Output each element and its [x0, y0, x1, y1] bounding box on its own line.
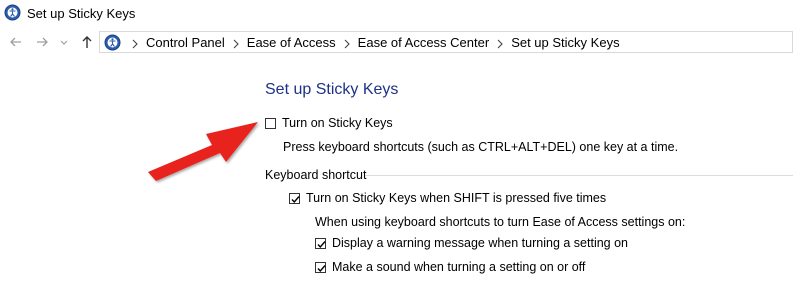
back-arrow-icon[interactable] [8, 34, 24, 50]
breadcrumb-ease-of-access-center[interactable]: Ease of Access Center [358, 35, 490, 50]
shift-five-times-label: Turn on Sticky Keys when SHIFT is presse… [306, 191, 607, 205]
shift-five-times-checkbox[interactable]: Turn on Sticky Keys when SHIFT is presse… [289, 191, 606, 205]
red-arrow-icon [140, 110, 265, 185]
shortcut-subtext: When using keyboard shortcuts to turn Ea… [315, 215, 686, 229]
title-bar: Set up Sticky Keys [0, 0, 800, 30]
checkbox-box[interactable] [265, 117, 276, 129]
address-bar[interactable]: Control Panel Ease of Access Ease of Acc… [99, 31, 793, 53]
turn-on-description: Press keyboard shortcuts (such as CTRL+A… [283, 140, 679, 154]
breadcrumb: Control Panel Ease of Access Ease of Acc… [124, 35, 620, 50]
divider [365, 175, 793, 176]
up-arrow-icon[interactable] [79, 34, 95, 50]
forward-arrow-icon[interactable] [34, 34, 50, 50]
warning-message-label: Display a warning message when turning a… [332, 236, 629, 250]
turn-on-sticky-keys-label: Turn on Sticky Keys [282, 116, 393, 130]
page-title: Set up Sticky Keys [265, 81, 399, 98]
breadcrumb-set-up-sticky-keys[interactable]: Set up Sticky Keys [511, 35, 619, 50]
checkbox-box[interactable] [289, 192, 300, 204]
chevron-down-icon[interactable] [58, 34, 70, 50]
window-title: Set up Sticky Keys [27, 6, 136, 21]
checkbox-box[interactable] [315, 237, 326, 249]
turn-on-sticky-keys-checkbox[interactable]: Turn on Sticky Keys [265, 116, 393, 130]
warning-message-checkbox[interactable]: Display a warning message when turning a… [315, 236, 628, 250]
checkbox-box[interactable] [315, 261, 326, 273]
breadcrumb-control-panel[interactable]: Control Panel [146, 35, 225, 50]
chevron-right-icon[interactable] [124, 35, 146, 50]
breadcrumb-ease-of-access[interactable]: Ease of Access [247, 35, 336, 50]
chevron-right-icon[interactable] [489, 35, 511, 50]
keyboard-shortcut-group-label: Keyboard shortcut [265, 168, 367, 182]
make-sound-label: Make a sound when turning a setting on o… [332, 260, 586, 274]
ease-of-access-icon [4, 4, 21, 21]
chevron-right-icon[interactable] [225, 35, 247, 50]
make-sound-checkbox[interactable]: Make a sound when turning a setting on o… [315, 260, 585, 274]
control-panel-icon [104, 34, 121, 51]
chevron-right-icon[interactable] [336, 35, 358, 50]
